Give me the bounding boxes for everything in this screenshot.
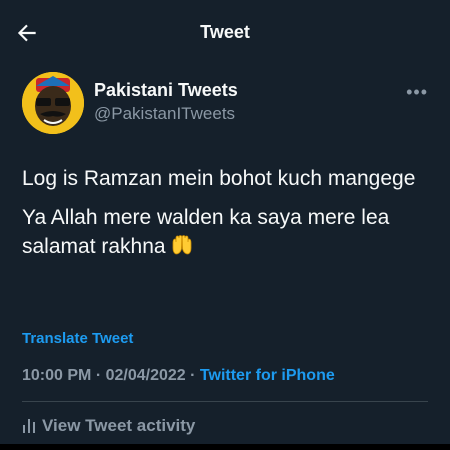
more-options-icon[interactable]: ••• bbox=[406, 82, 428, 103]
divider bbox=[22, 401, 428, 402]
tweet-date[interactable]: 02/04/2022 bbox=[106, 367, 186, 384]
translate-tweet-link[interactable]: Translate Tweet bbox=[22, 330, 133, 347]
author-handle[interactable]: @PakistanITweets bbox=[94, 104, 235, 124]
meta-separator: · bbox=[190, 367, 196, 384]
top-bar: Tweet bbox=[0, 0, 450, 64]
open-hands-emoji-icon bbox=[172, 235, 191, 255]
tweet-source-link[interactable]: Twitter for iPhone bbox=[200, 367, 335, 384]
tweet-meta: 10:00 PM · 02/04/2022 · Twitter for iPho… bbox=[22, 367, 335, 385]
view-tweet-activity-label: View Tweet activity bbox=[42, 416, 196, 435]
tweet-line-1: Log is Ramzan mein bohot kuch mangege bbox=[22, 167, 416, 190]
tweet-line-2-text: Ya Allah mere walden ka saya mere lea sa… bbox=[22, 206, 390, 258]
view-tweet-activity-button[interactable]: View Tweet activity bbox=[22, 416, 195, 436]
tweet-text: Log is Ramzan mein bohot kuch mangege Ya… bbox=[22, 164, 422, 271]
bar-chart-icon bbox=[23, 419, 35, 433]
tweet-time[interactable]: 10:00 PM bbox=[22, 367, 91, 384]
meta-separator: · bbox=[95, 367, 102, 384]
bottom-edge bbox=[0, 444, 450, 450]
page-title: Tweet bbox=[200, 22, 250, 42]
author-name[interactable]: Pakistani Tweets bbox=[94, 80, 238, 101]
tweet-line-2: Ya Allah mere walden ka saya mere lea sa… bbox=[22, 203, 422, 261]
avatar[interactable] bbox=[22, 72, 84, 134]
